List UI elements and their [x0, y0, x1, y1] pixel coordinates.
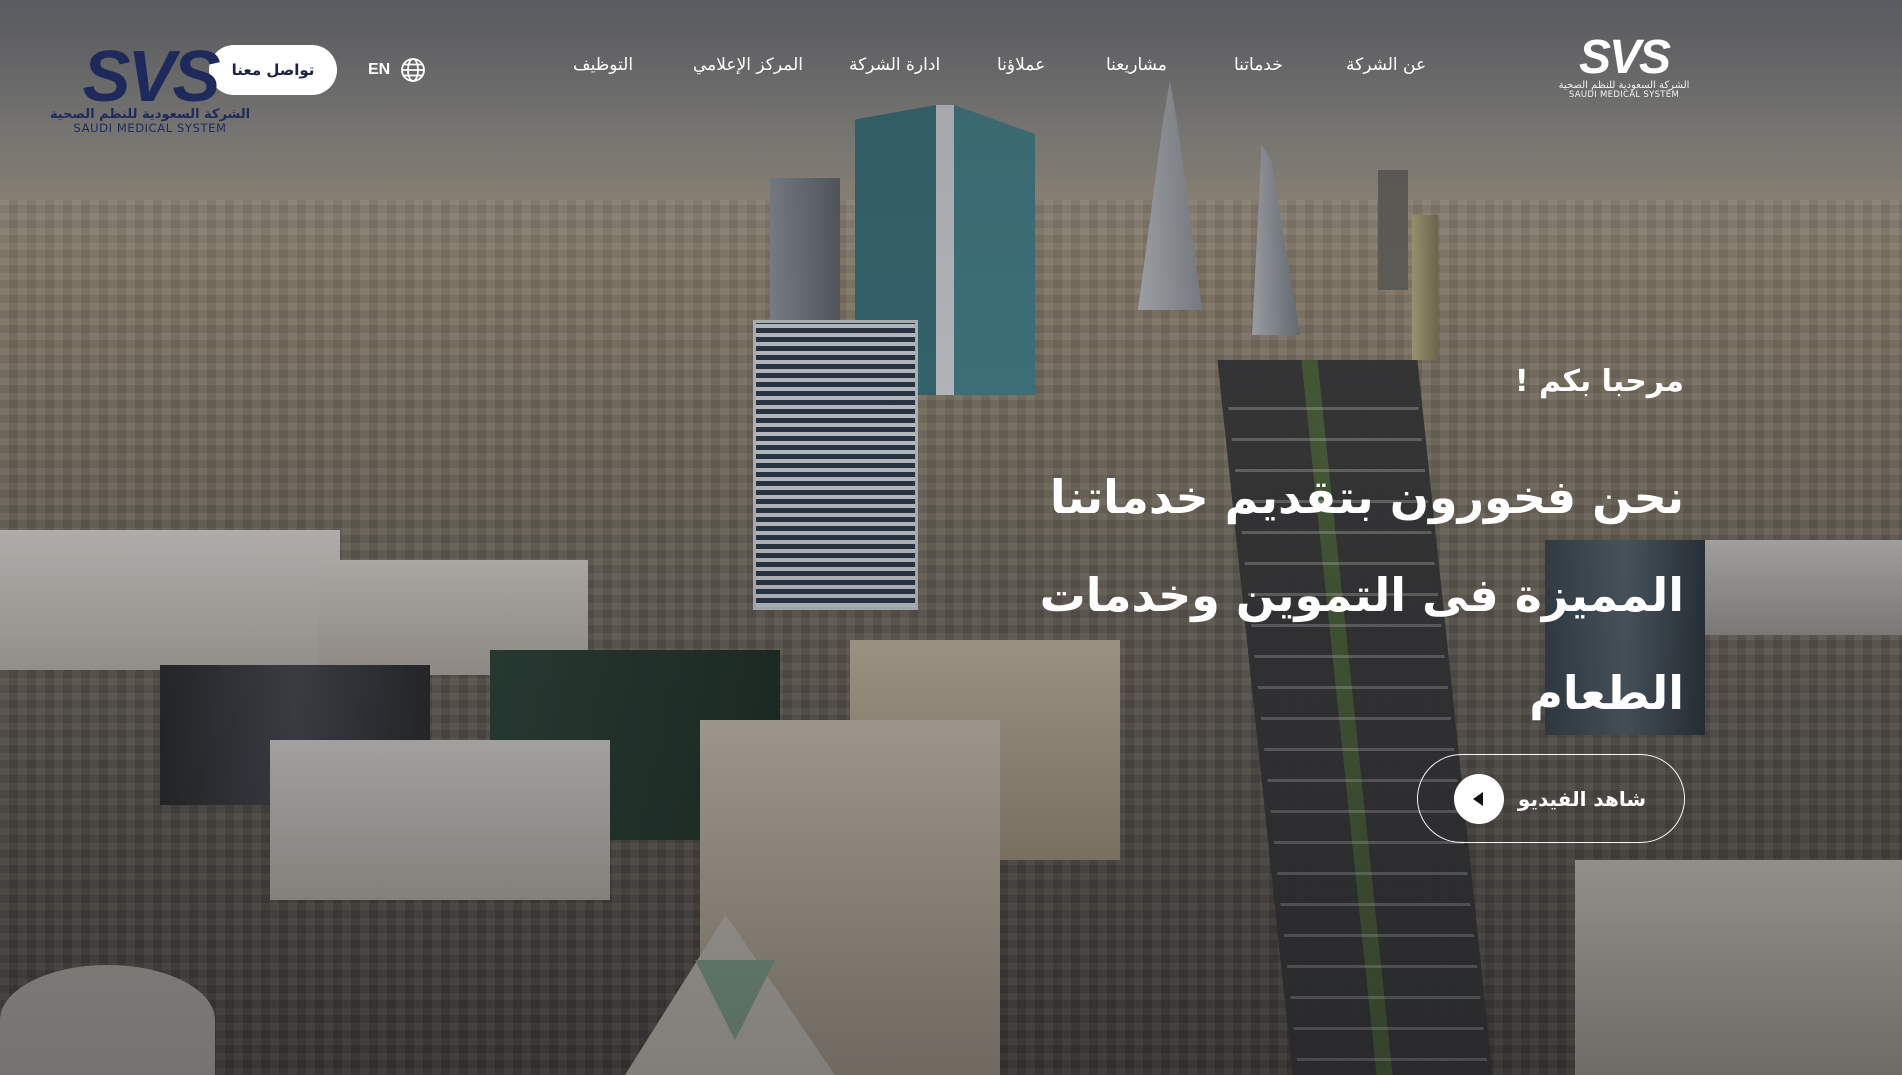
- language-switch[interactable]: EN: [368, 55, 426, 85]
- globe-icon: [400, 57, 426, 83]
- navbar: SVS الشركة السعودية للنظم الصحية SAUDI M…: [0, 0, 1902, 140]
- hero-title-line-2: المميزة فى التموين وخدمات الطعام: [1039, 568, 1684, 720]
- logo-arabic-name-large: الشركة السعودية للنظم الصحية: [49, 107, 251, 122]
- logo-english-name: SAUDI MEDICAL SYSTEM: [1568, 90, 1680, 100]
- secondary-logo[interactable]: SVS الشركة السعودية للنظم الصحية SAUDI M…: [49, 37, 251, 140]
- watch-video-label: شاهد الفيديو: [1517, 786, 1646, 811]
- watch-video-button[interactable]: شاهد الفيديو: [1417, 754, 1685, 843]
- hero-title-line-1: نحن فخورون بتقديم خدماتنا: [1049, 470, 1684, 524]
- hero-welcome: مرحبا بكم !: [1514, 364, 1684, 399]
- nav-management[interactable]: ادارة الشركة: [849, 50, 940, 80]
- hero-title: نحن فخورون بتقديم خدماتنا المميزة فى الت…: [924, 448, 1684, 742]
- language-label: EN: [368, 61, 391, 78]
- nav-projects[interactable]: مشاريعنا: [1106, 50, 1167, 80]
- nav-media-center[interactable]: المركز الإعلامي: [693, 50, 803, 80]
- nav-clients[interactable]: عملاؤنا: [997, 50, 1045, 80]
- play-icon: [1453, 773, 1504, 824]
- hero-section: مرحبا بكم ! نحن فخورون بتقديم خدماتنا ال…: [924, 360, 1684, 742]
- nav-careers[interactable]: التوظيف: [573, 50, 633, 80]
- nav-services[interactable]: خدماتنا: [1234, 50, 1283, 80]
- nav-about[interactable]: عن الشركة: [1346, 50, 1426, 80]
- logo-english-name-large: SAUDI MEDICAL SYSTEM: [73, 121, 227, 135]
- logo-mark-large: SVS: [82, 37, 220, 117]
